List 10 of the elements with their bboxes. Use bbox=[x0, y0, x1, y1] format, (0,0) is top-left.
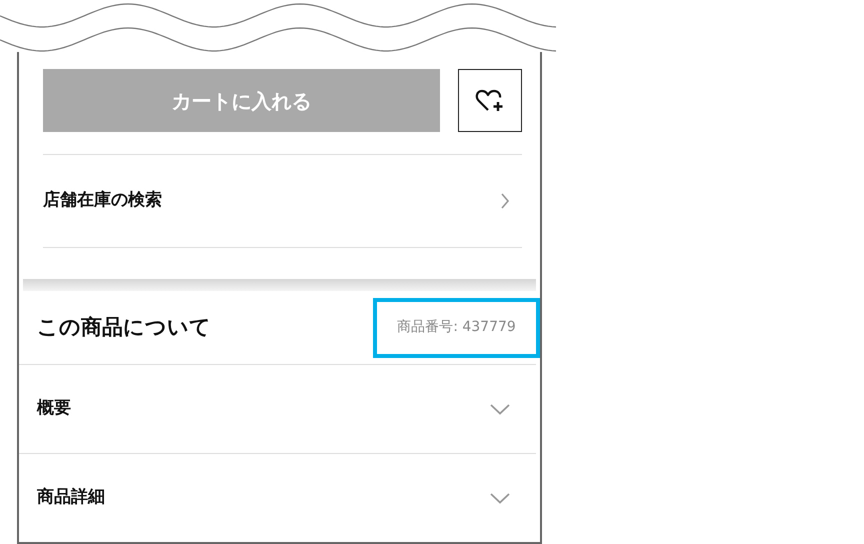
heart-plus-icon bbox=[475, 88, 505, 114]
section-title: この商品について bbox=[37, 314, 211, 341]
chevron-right-icon bbox=[500, 192, 510, 210]
store-stock-search-row[interactable]: 店舗在庫の検索 bbox=[43, 155, 522, 247]
chevron-down-icon bbox=[490, 404, 510, 414]
chevron-down-icon bbox=[490, 492, 510, 504]
accordion-row[interactable]: 概要 bbox=[19, 365, 536, 453]
favorite-button[interactable] bbox=[458, 69, 522, 132]
product-number: 商品番号: 437779 bbox=[397, 318, 516, 338]
accordion-row[interactable]: 商品詳細 bbox=[19, 454, 536, 542]
